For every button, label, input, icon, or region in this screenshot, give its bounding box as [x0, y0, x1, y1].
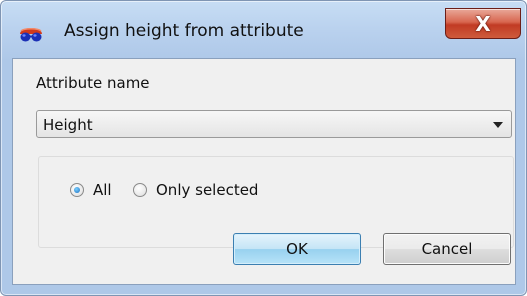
- radio-only-selected-indicator[interactable]: [133, 183, 147, 197]
- close-icon: X: [475, 11, 491, 36]
- radio-all-label: All: [93, 181, 112, 199]
- dialog-window: Assign height from attribute X Attribute…: [0, 0, 527, 296]
- window-title: Assign height from attribute: [64, 21, 304, 41]
- attribute-name-select[interactable]: Height: [36, 110, 512, 138]
- title-bar[interactable]: Assign height from attribute X: [1, 1, 526, 59]
- chevron-down-icon[interactable]: [493, 122, 503, 128]
- dialog-body: Attribute name Height All Only selected …: [12, 58, 516, 285]
- attribute-name-label: Attribute name: [36, 74, 150, 92]
- radio-all-indicator[interactable]: [70, 183, 84, 197]
- close-button[interactable]: X: [445, 8, 521, 39]
- attribute-name-value: Height: [43, 116, 93, 134]
- cancel-button[interactable]: Cancel: [383, 233, 511, 265]
- app-icon: [18, 23, 44, 47]
- radio-all[interactable]: All: [70, 179, 112, 201]
- radio-only-selected-label: Only selected: [156, 181, 259, 199]
- radio-only-selected[interactable]: Only selected: [133, 179, 258, 201]
- ok-button[interactable]: OK: [233, 233, 361, 265]
